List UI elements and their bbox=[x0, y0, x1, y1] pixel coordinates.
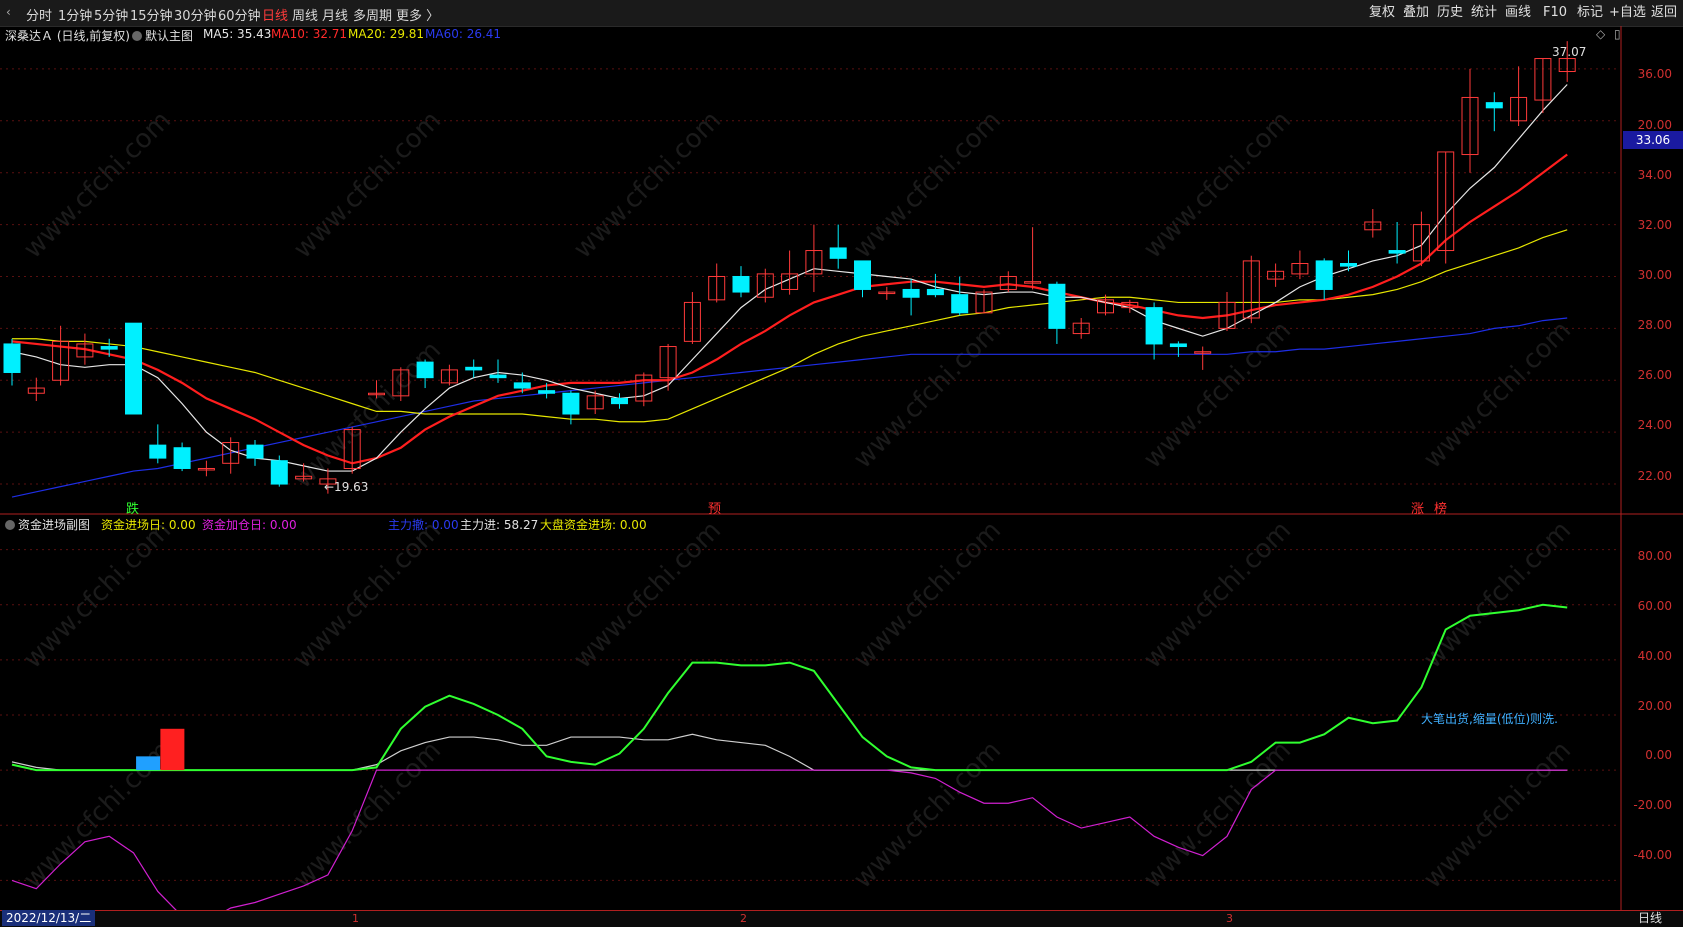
candle-body bbox=[465, 366, 483, 371]
candle-body bbox=[562, 392, 580, 415]
chart-canvas[interactable] bbox=[0, 0, 1683, 926]
month-tick: 3 bbox=[1226, 912, 1233, 925]
candle-body bbox=[270, 460, 288, 485]
main-in-legend: 主力进: 58.27 bbox=[460, 518, 539, 532]
candle-body bbox=[3, 343, 21, 373]
panel-toggle-icon[interactable]: ▯ bbox=[1614, 27, 1621, 41]
candle-body bbox=[100, 346, 118, 350]
sub-y-tick: 60.00 bbox=[1637, 599, 1672, 613]
period-indicator[interactable]: 日线 bbox=[1638, 910, 1662, 926]
signal-rank: 榜 bbox=[1434, 502, 1448, 517]
toggle-circle-icon bbox=[132, 30, 142, 41]
date-cursor: 2022/12/13/二 bbox=[2, 910, 96, 926]
sub-y-tick: 40.00 bbox=[1637, 649, 1672, 663]
sub-magenta-line bbox=[11, 769, 1568, 923]
y-tick: 20.00 bbox=[1637, 118, 1672, 132]
y-tick: 30.00 bbox=[1637, 268, 1672, 282]
signal-up: 涨 bbox=[1411, 502, 1425, 517]
ma5-legend: MA5: 35.43 bbox=[203, 27, 272, 41]
ma10-legend: MA10: 32.71 bbox=[271, 27, 348, 41]
candle-body bbox=[1485, 102, 1503, 109]
y-tick: 28.00 bbox=[1637, 318, 1672, 332]
stock-title: 深桑达Ａ (日线,前复权) bbox=[5, 29, 130, 43]
candle-body bbox=[513, 382, 531, 389]
candle-body bbox=[1388, 250, 1406, 254]
sub-white-line bbox=[11, 733, 1568, 771]
ma60-line bbox=[11, 317, 1568, 498]
sub-y-tick: 80.00 bbox=[1637, 549, 1672, 563]
candle-body bbox=[149, 444, 167, 459]
high-marker: 37.07 bbox=[1552, 45, 1587, 59]
candle-body bbox=[926, 288, 944, 296]
template-selector[interactable]: 默认主图 bbox=[132, 27, 193, 44]
candle-body bbox=[1048, 283, 1066, 329]
template-label: 默认主图 bbox=[145, 29, 194, 43]
candle-body bbox=[538, 390, 556, 394]
y-tick: 24.00 bbox=[1637, 418, 1672, 432]
add-legend: 资金加仓日: 0.00 bbox=[202, 518, 297, 532]
candle-body bbox=[246, 444, 264, 459]
ma10-line bbox=[11, 153, 1568, 465]
entry-legend: 资金进场日: 0.00 bbox=[101, 518, 196, 532]
main-out-legend: 主力撤: 0.00 bbox=[388, 518, 459, 532]
candle-body bbox=[1315, 260, 1333, 290]
candle-body bbox=[416, 361, 434, 379]
toggle-circle-icon bbox=[5, 519, 15, 530]
ma60-legend: MA60: 26.41 bbox=[425, 27, 502, 41]
sub-y-tick: -40.00 bbox=[1633, 848, 1672, 862]
signal-down: 跌 bbox=[126, 502, 140, 517]
month-tick: 1 bbox=[352, 912, 359, 925]
candle-body bbox=[611, 397, 628, 405]
candle-body bbox=[951, 294, 969, 314]
sub-green-line bbox=[11, 603, 1568, 772]
sub-y-tick: -20.00 bbox=[1633, 798, 1672, 812]
y-tick: 26.00 bbox=[1637, 368, 1672, 382]
month-tick: 2 bbox=[740, 912, 747, 925]
market-legend: 大盘资金进场: 0.00 bbox=[540, 518, 647, 532]
subchart-title-label: 资金进场副图 bbox=[18, 518, 91, 532]
ma20-legend: MA20: 29.81 bbox=[348, 27, 425, 41]
y-tick: 22.00 bbox=[1637, 469, 1672, 483]
y-tick: 32.00 bbox=[1637, 218, 1672, 232]
sub-y-tick: 0.00 bbox=[1645, 748, 1672, 762]
candle-body bbox=[173, 447, 191, 469]
subchart-note: 大笔出货,缩量(低位)则洗. bbox=[1421, 712, 1558, 726]
candle-body bbox=[1145, 307, 1163, 345]
candle-body bbox=[125, 322, 142, 415]
current-price-badge: 33.06 bbox=[1623, 131, 1683, 149]
low-marker: ←19.63 bbox=[324, 480, 369, 494]
y-tick: 36.00 bbox=[1637, 67, 1672, 81]
sub-bar bbox=[136, 756, 161, 771]
candle-body bbox=[829, 247, 847, 259]
candle-body bbox=[902, 288, 920, 298]
sub-y-tick: 20.00 bbox=[1637, 699, 1672, 713]
candle-body bbox=[489, 374, 507, 379]
candle-body bbox=[854, 260, 871, 290]
sub-bar bbox=[160, 728, 185, 771]
subchart-title[interactable]: 资金进场副图 bbox=[5, 516, 90, 533]
candle-body bbox=[1169, 343, 1187, 348]
y-tick: 34.00 bbox=[1637, 168, 1672, 182]
candle-body bbox=[732, 275, 750, 293]
candle-body bbox=[1340, 263, 1357, 267]
time-axis-bar bbox=[0, 910, 1683, 927]
signal-warn: 预 bbox=[708, 502, 722, 517]
diamond-icon[interactable]: ◇ bbox=[1596, 27, 1605, 41]
